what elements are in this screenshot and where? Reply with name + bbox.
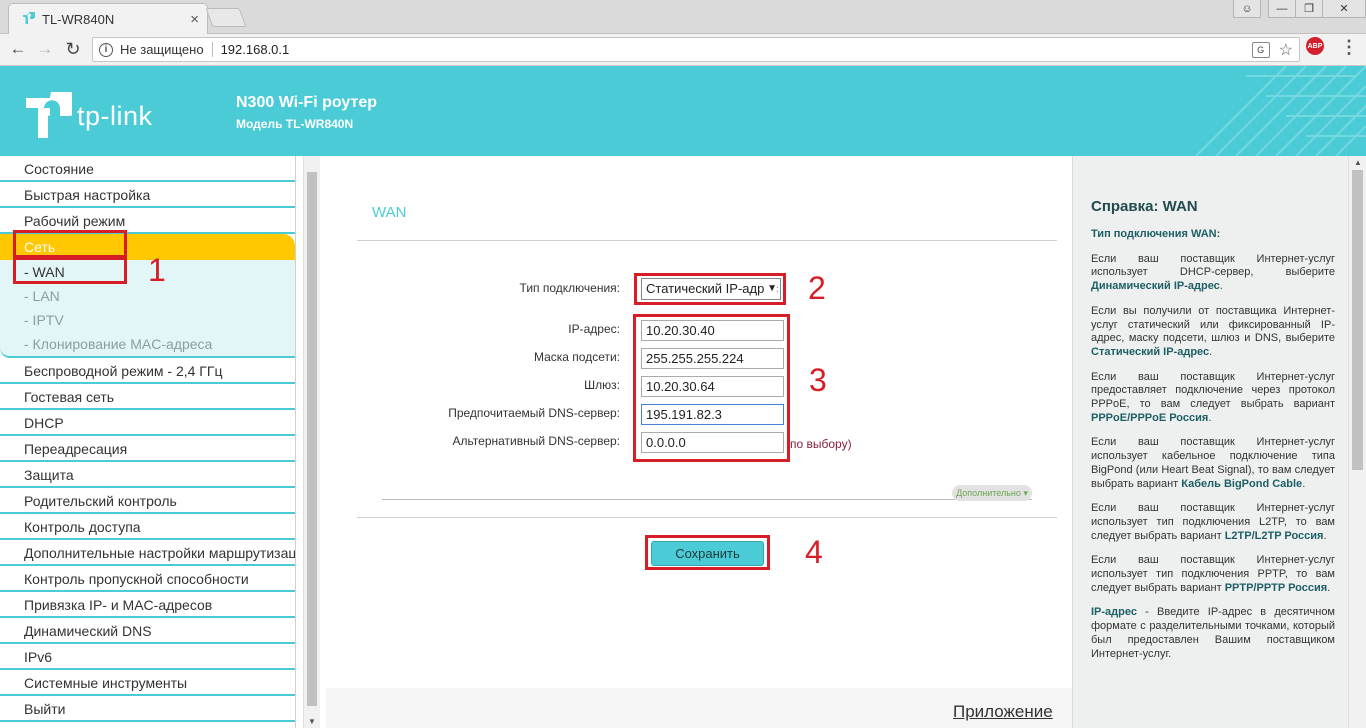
annotation-box-1a bbox=[13, 230, 127, 258]
annotation-number-1: 1 bbox=[148, 252, 166, 288]
browser-tab[interactable]: TL-WR840N × bbox=[8, 3, 208, 34]
sidebar-item-security[interactable]: Защита bbox=[0, 462, 295, 488]
model-subtitle: Модель TL-WR840N bbox=[236, 117, 354, 131]
sidebar-item-access-control[interactable]: Контроль доступа bbox=[0, 514, 295, 540]
connection-type-label: Тип подключения: bbox=[519, 281, 620, 295]
divider bbox=[357, 240, 1057, 241]
help-highlight: IP-адрес bbox=[1091, 606, 1137, 619]
sidebar-subitem-mac-clone[interactable]: - Клонирование MAC-адреса bbox=[0, 332, 295, 356]
restore-icon[interactable]: ❐ bbox=[1295, 0, 1323, 18]
help-highlight: PPPoE/PPPoE Россия bbox=[1091, 411, 1209, 424]
help-scrollbar-thumb[interactable] bbox=[1352, 170, 1363, 470]
sidebar-item-ipv6[interactable]: IPv6 bbox=[0, 644, 295, 670]
close-icon[interactable]: ✕ bbox=[1322, 0, 1366, 18]
sidebar-item-dhcp[interactable]: DHCP bbox=[0, 410, 295, 436]
sidebar-item-ddns[interactable]: Динамический DNS bbox=[0, 618, 295, 644]
address-url[interactable]: 192.168.0.1 bbox=[221, 42, 1252, 57]
help-title: Справка: WAN bbox=[1091, 198, 1198, 215]
help-highlight: Кабель BigPond Cable bbox=[1181, 477, 1303, 490]
security-label: Не защищено bbox=[120, 42, 204, 57]
secondary-dns-label: Альтернативный DNS-сервер: bbox=[452, 434, 620, 448]
help-body: Тип подключения WAN: Если ваш поставщик … bbox=[1091, 228, 1335, 660]
menu-icon[interactable]: ⋮ bbox=[1340, 36, 1358, 58]
help-highlight: Статический IP-адрес bbox=[1091, 345, 1210, 358]
primary-dns-label: Предпочитаемый DNS-сервер: bbox=[448, 406, 620, 420]
sidebar-item-system-tools[interactable]: Системные инструменты bbox=[0, 670, 295, 696]
sidebar-item-forwarding[interactable]: Переадресация bbox=[0, 436, 295, 462]
help-highlight: Динамический IP-адрес bbox=[1091, 280, 1220, 293]
reload-icon[interactable]: ↻ bbox=[62, 38, 84, 60]
translate-icon[interactable]: G bbox=[1251, 41, 1270, 58]
help-scrollbar[interactable]: ▲ bbox=[1348, 156, 1366, 728]
logo-text: tp-link bbox=[77, 100, 153, 131]
info-icon[interactable]: i bbox=[99, 42, 113, 57]
annotation-number-3: 3 bbox=[809, 362, 827, 398]
annotation-box-1b bbox=[13, 257, 127, 284]
back-icon[interactable]: ← bbox=[7, 38, 29, 60]
annotation-box-3 bbox=[633, 314, 790, 462]
sidebar-item-guest-network[interactable]: Гостевая сеть bbox=[0, 384, 295, 410]
ip-address-label: IP-адрес: bbox=[568, 322, 620, 336]
forward-icon[interactable]: → bbox=[34, 38, 56, 60]
help-text: Если вы получили от поставщика Интернет-… bbox=[1091, 304, 1335, 345]
help-subtitle: Тип подключения WAN: bbox=[1091, 228, 1221, 240]
annotation-box-2 bbox=[634, 273, 786, 305]
sidebar-item-ip-mac-binding[interactable]: Привязка IP- и MAC-адресов bbox=[0, 592, 295, 618]
sidebar-scrollbar-thumb[interactable] bbox=[307, 172, 317, 706]
sidebar-item-status[interactable]: Состояние bbox=[0, 156, 295, 182]
annotation-box-4 bbox=[645, 535, 770, 570]
sidebar-subitem-iptv[interactable]: - IPTV bbox=[0, 308, 295, 332]
browser-tabstrip: TL-WR840N × ☺ — ❐ ✕ bbox=[0, 0, 1366, 34]
sidebar-item-quick-setup[interactable]: Быстрая настройка bbox=[0, 182, 295, 208]
sidebar-item-wireless[interactable]: Беспроводной режим - 2,4 ГГц bbox=[0, 358, 295, 384]
advanced-label: Дополнительно bbox=[956, 488, 1021, 498]
address-separator bbox=[211, 42, 213, 57]
help-highlight: L2TP/L2TP Россия bbox=[1224, 529, 1324, 542]
sidebar-item-logout[interactable]: Выйти bbox=[0, 696, 295, 722]
help-text: Если ваш поставщик Интернет-услуг предос… bbox=[1091, 370, 1335, 411]
optional-note: по выбору) bbox=[790, 437, 852, 451]
advanced-toggle[interactable]: Дополнительно ▾ bbox=[952, 485, 1032, 501]
browser-toolbar: ← → ↻ i Не защищено 192.168.0.1 G ☆ bbox=[0, 34, 1366, 66]
minimize-icon[interactable]: — bbox=[1268, 0, 1296, 18]
address-bar[interactable]: i Не защищено 192.168.0.1 G ☆ bbox=[92, 37, 1300, 62]
help-highlight: PPTP/PPTP Россия bbox=[1224, 581, 1328, 594]
scroll-down-icon[interactable]: ▼ bbox=[308, 717, 316, 726]
star-icon[interactable]: ☆ bbox=[1279, 40, 1293, 60]
header-decoration bbox=[1195, 66, 1366, 156]
tab-title: TL-WR840N bbox=[42, 11, 115, 27]
tplink-favicon-icon bbox=[23, 12, 35, 24]
tab-close-icon[interactable]: × bbox=[190, 11, 199, 28]
annotation-number-2: 2 bbox=[808, 270, 826, 306]
new-tab-button[interactable] bbox=[205, 8, 247, 27]
annotation-number-4: 4 bbox=[805, 534, 823, 570]
page-title: WAN bbox=[372, 204, 407, 221]
router-header: tp-link N300 Wi-Fi роутер Модель TL-WR84… bbox=[0, 66, 1366, 156]
adblock-icon[interactable]: ABP bbox=[1306, 37, 1324, 55]
sidebar-item-parental-control[interactable]: Родительский контроль bbox=[0, 488, 295, 514]
scroll-up-icon[interactable]: ▲ bbox=[1354, 158, 1362, 167]
help-panel: Справка: WAN Тип подключения WAN: Если в… bbox=[1072, 156, 1348, 728]
divider bbox=[357, 517, 1057, 518]
model-title: N300 Wi-Fi роутер bbox=[236, 94, 378, 111]
user-icon[interactable]: ☺ bbox=[1233, 0, 1261, 18]
window-controls: ☺ — ❐ ✕ bbox=[1233, 0, 1366, 18]
tplink-logo: tp-link bbox=[24, 92, 153, 140]
tplink-logo-icon bbox=[26, 92, 72, 138]
app-link[interactable]: Приложение bbox=[953, 702, 1053, 722]
subnet-mask-label: Маска подсети: bbox=[533, 350, 620, 364]
advanced-divider bbox=[382, 499, 1032, 500]
gateway-label: Шлюз: bbox=[584, 378, 620, 392]
sidebar-scrollbar[interactable]: ▼ bbox=[303, 156, 320, 728]
sidebar-item-advanced-routing[interactable]: Дополнительные настройки маршрутизации bbox=[0, 540, 295, 566]
help-text: Если ваш поставщик Интернет-услуг исполь… bbox=[1091, 252, 1335, 279]
sidebar-item-bandwidth-control[interactable]: Контроль пропускной способности bbox=[0, 566, 295, 592]
